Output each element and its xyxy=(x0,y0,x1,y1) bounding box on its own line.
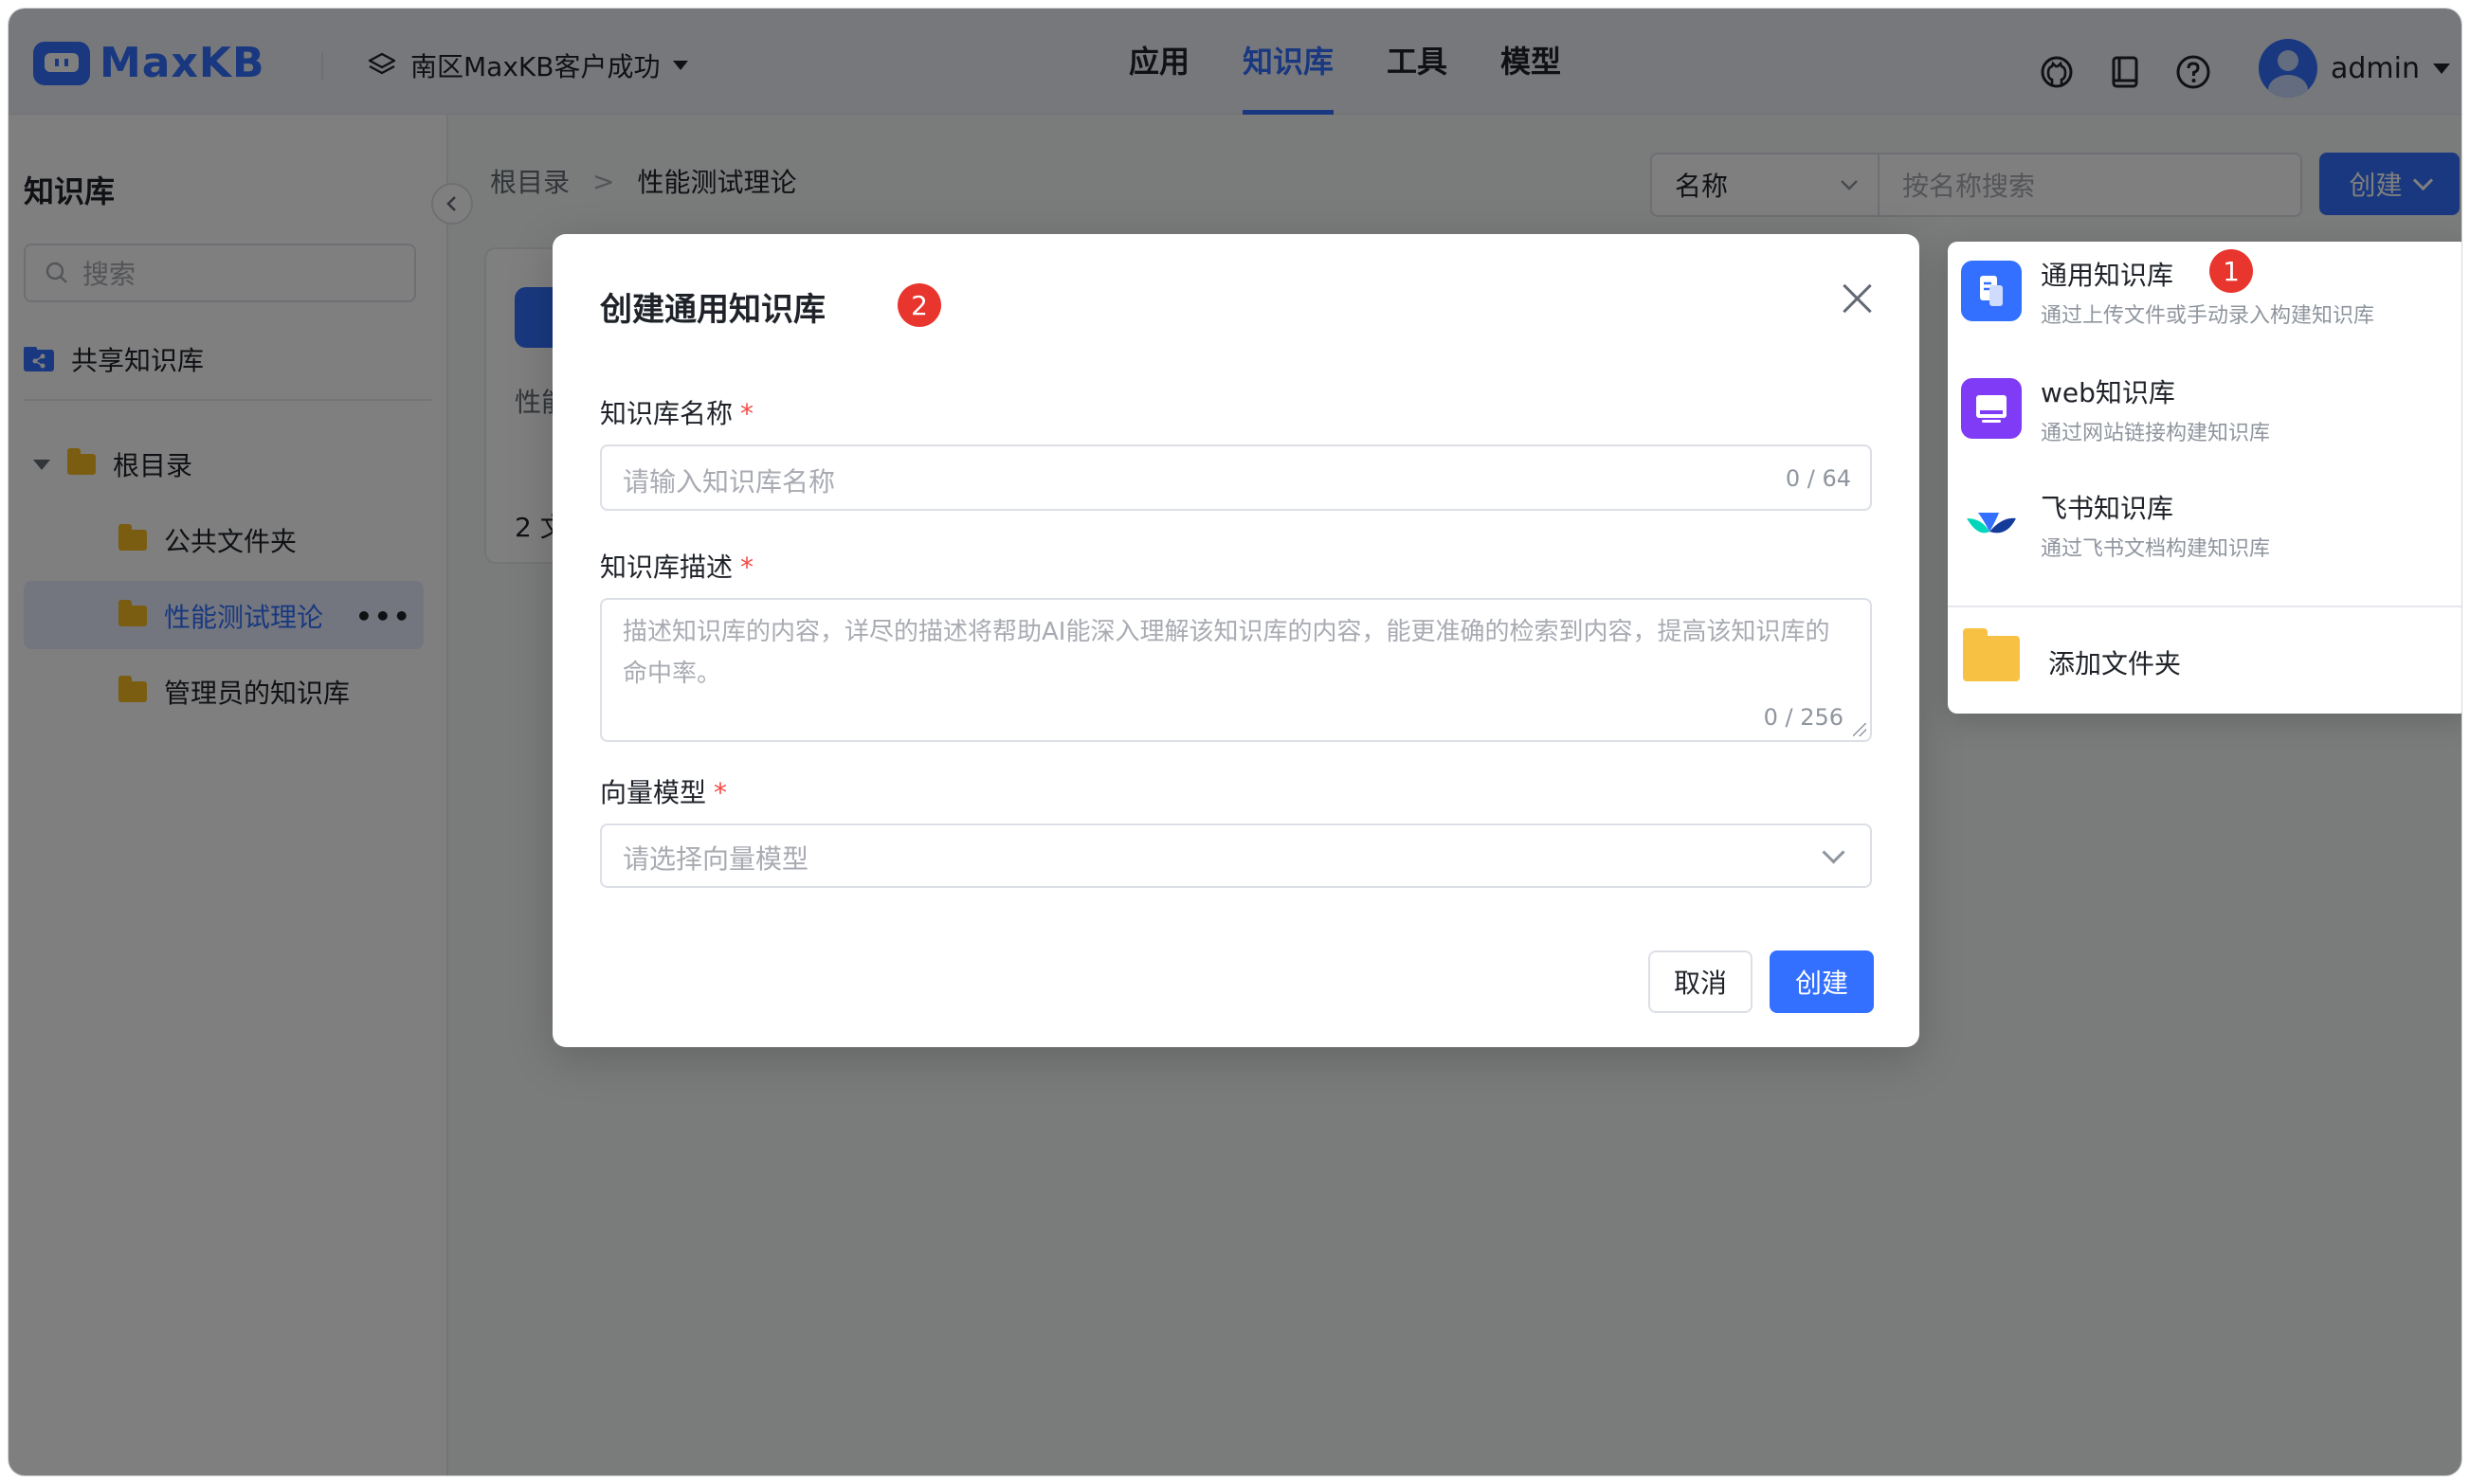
label-text: 向量模型 xyxy=(600,777,707,808)
desc-counter: 0 / 256 xyxy=(1763,704,1843,731)
desc-field-label: 知识库描述 * xyxy=(600,547,754,585)
step-badge: 1 xyxy=(2209,249,2253,293)
confirm-create-button[interactable]: 创建 xyxy=(1770,950,1874,1013)
required-mark: * xyxy=(714,777,728,808)
menu-item-desc: 通过网站链接构建知识库 xyxy=(2041,422,2271,445)
create-knowledge-dialog: 创建通用知识库 2 知识库名称 * 请输入知识库名称 0 / 64 知识库描述 * … xyxy=(553,234,1919,1047)
desc-textarea[interactable]: 描述知识库的内容，详尽的描述将帮助AI能深入理解该知识库的内容，能更准确的检索到… xyxy=(600,598,1872,742)
menu-item-web-kb[interactable]: web知识库 通过网站链接构建知识库 xyxy=(1948,359,2461,463)
dialog-title: 创建通用知识库 xyxy=(600,291,826,329)
chevron-down-icon xyxy=(1822,841,1845,864)
label-text: 知识库描述 xyxy=(600,552,734,583)
required-mark: * xyxy=(740,398,754,429)
name-counter: 0 / 64 xyxy=(1785,465,1851,492)
general-kb-icon xyxy=(1961,261,2022,321)
menu-item-desc: 通过上传文件或手动录入构建知识库 xyxy=(2041,304,2375,328)
folder-icon xyxy=(1963,628,2020,681)
menu-item-title: web知识库 xyxy=(2041,377,2175,408)
name-placeholder: 请输入知识库名称 xyxy=(623,466,836,498)
name-input[interactable]: 请输入知识库名称 0 / 64 xyxy=(600,444,1872,511)
close-icon[interactable] xyxy=(1838,280,1876,317)
menu-item-general-kb[interactable]: 通用知识库 通过上传文件或手动录入构建知识库 1 xyxy=(1948,242,2461,346)
model-field-label: 向量模型 * xyxy=(600,772,727,810)
vector-model-select[interactable]: 请选择向量模型 xyxy=(600,823,1872,888)
app-window: MaxKB 南区MaxKB客户成功 应用 知识库 工具 模型 xyxy=(8,8,2462,1476)
step-badge: 2 xyxy=(898,283,941,327)
web-kb-icon xyxy=(1961,378,2022,439)
desc-placeholder: 描述知识库的内容，详尽的描述将帮助AI能深入理解该知识库的内容，能更准确的检索到… xyxy=(623,618,1830,688)
required-mark: * xyxy=(740,552,754,583)
menu-item-desc: 通过飞书文档构建知识库 xyxy=(2041,537,2271,561)
model-placeholder: 请选择向量模型 xyxy=(623,843,809,875)
lark-kb-icon xyxy=(1961,494,2022,554)
resize-handle[interactable] xyxy=(1853,723,1866,736)
menu-item-title: 通用知识库 xyxy=(2041,260,2174,291)
menu-item-lark-kb[interactable]: 飞书知识库 通过飞书文档构建知识库 xyxy=(1948,475,2461,579)
cancel-button[interactable]: 取消 xyxy=(1648,950,1753,1013)
create-dropdown-menu: 通用知识库 通过上传文件或手动录入构建知识库 1 web知识库 通过网站链接构建… xyxy=(1948,242,2461,714)
label-text: 知识库名称 xyxy=(600,398,734,429)
menu-divider xyxy=(1948,606,2461,607)
menu-item-title: 飞书知识库 xyxy=(2041,493,2174,524)
menu-item-title: 添加文件夹 xyxy=(2048,648,2182,679)
name-field-label: 知识库名称 * xyxy=(600,393,754,431)
